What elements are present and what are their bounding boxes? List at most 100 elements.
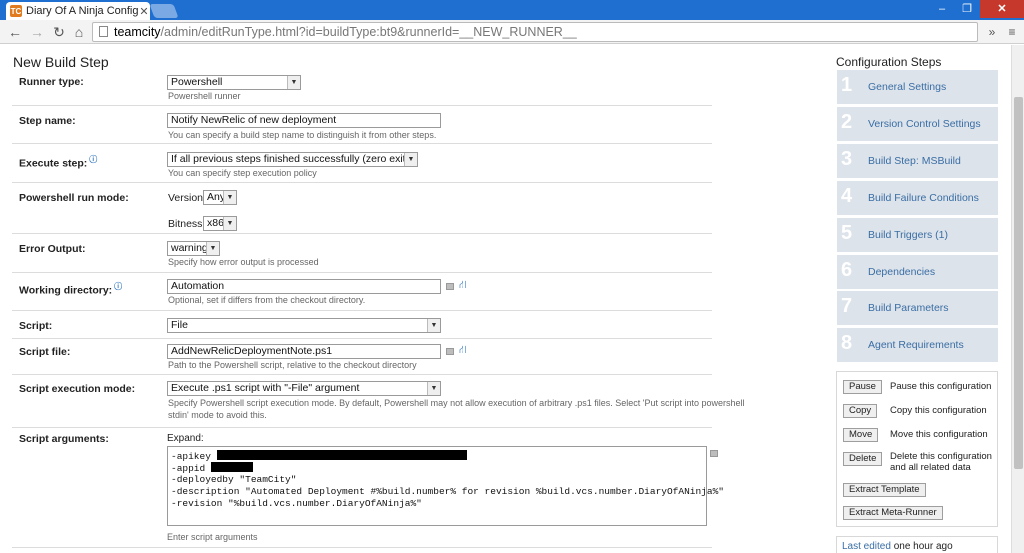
step-name-label: Step name: [19,115,76,127]
version-select[interactable]: Any ▼ [203,190,237,205]
minimize-icon[interactable]: – [930,0,954,18]
reload-icon[interactable]: ↻ [50,23,68,41]
step-number: 2 [841,111,853,133]
directory-tree-icon[interactable]: ⛙ [459,279,467,293]
error-output-value: warning [171,242,208,254]
teamcity-favicon-icon: TC [10,5,22,17]
runner-type-label: Runner type: [19,76,84,88]
extract-meta-runner-button[interactable]: Extract Meta-Runner [843,506,943,520]
arg-line: -apikey [171,450,706,462]
delete-button[interactable]: Delete [843,452,883,466]
divider [12,143,712,144]
step-label: Version Control Settings [868,118,981,130]
step-failure-conditions[interactable]: 4 Build Failure Conditions [837,181,998,215]
execute-step-value: If all previous steps finished successfu… [171,153,418,165]
close-window-icon[interactable]: ✕ [980,0,1024,18]
step-label: Dependencies [868,266,936,278]
script-file-input[interactable]: AddNewRelicDeploymentNote.ps1 [167,344,441,359]
exec-mode-value: Execute .ps1 script with "-File" argumen… [171,382,360,394]
last-edited-link[interactable]: Last edited [842,541,891,552]
expand-editor-icon[interactable] [446,348,454,355]
new-tab-button[interactable] [149,4,179,18]
page-scrollbar[interactable] [1011,45,1024,553]
actions-panel: Pause Pause this configuration Copy Copy… [836,371,998,527]
page-title: New Build Step [13,54,109,70]
step-name-hint: You can specify a build step name to dis… [168,130,437,140]
expand-editor-icon[interactable] [446,283,454,290]
divider [12,182,712,183]
scrollbar-thumb[interactable] [1014,97,1023,469]
working-dir-input[interactable]: Automation [167,279,441,294]
divider [12,427,712,428]
back-icon[interactable]: ← [6,23,24,41]
execute-step-select[interactable]: If all previous steps finished successfu… [167,152,418,167]
url-host: teamcity [114,25,161,39]
exec-mode-select[interactable]: Execute .ps1 script with "-File" argumen… [167,381,441,396]
arg-line: -revision "%build.vcs.number.DiaryOfANin… [171,498,422,509]
url-path: /admin/editRunType.html?id=buildType:bt9… [160,25,577,39]
divider [12,374,712,375]
move-button[interactable]: Move [843,428,879,442]
exec-mode-hint-2: stdin' mode to avoid this. [168,410,267,420]
step-name-input[interactable]: Notify NewRelic of new deployment [167,113,441,128]
script-file-label: Script file: [19,346,71,358]
bitness-select[interactable]: x86 ▼ [203,216,237,231]
help-icon[interactable]: ⓘ [114,282,122,291]
step-label: Agent Requirements [868,339,964,351]
error-output-select[interactable]: warning ▼ [167,241,220,256]
arg-appid: -appid [171,463,211,474]
forward-icon[interactable]: → [28,23,46,41]
step-build-step[interactable]: 3 Build Step: MSBuild [837,144,998,178]
step-dependencies[interactable]: 6 Dependencies [837,255,998,289]
extensions-icon[interactable]: » [984,23,1000,41]
redacted-block [216,450,467,460]
script-label: Script: [19,320,53,332]
script-args-textarea[interactable]: -apikey -appid -deployedby "TeamCity" -d… [167,446,724,526]
step-label: Build Parameters [868,302,949,314]
home-icon[interactable]: ⌂ [70,23,88,41]
script-args-hint: Enter script arguments [167,532,258,542]
extract-template-button[interactable]: Extract Template [843,483,926,497]
step-build-triggers[interactable]: 5 Build Triggers (1) [837,218,998,252]
tab-title: Diary Of A Ninja Configura [26,5,138,17]
script-value: File [171,319,188,331]
browser-tab[interactable]: TC Diary Of A Ninja Configura ✕ [6,2,150,20]
redacted-block [210,462,253,472]
step-label: Build Step: MSBuild [868,155,961,167]
step-agent-requirements[interactable]: 8 Agent Requirements [837,328,998,362]
step-label: Build Failure Conditions [868,192,979,204]
divider [12,272,712,273]
step-number: 1 [841,74,853,96]
divider [12,233,712,234]
step-number: 7 [841,295,853,317]
error-output-label: Error Output: [19,243,86,255]
last-edited-time: one hour ago [890,541,953,552]
directory-tree-icon[interactable]: ⛙ [459,344,467,358]
divider [12,338,712,339]
pause-desc: Pause this configuration [890,381,992,392]
close-tab-icon[interactable]: ✕ [138,5,150,18]
expand-label[interactable]: Expand: [167,433,204,444]
runner-type-hint: Powershell runner [168,91,241,101]
configuration-steps-title: Configuration Steps [836,55,942,69]
address-bar[interactable]: teamcity/admin/editRunType.html?id=build… [92,22,978,42]
step-version-control[interactable]: 2 Version Control Settings [837,107,998,141]
script-select[interactable]: File ▼ [167,318,441,333]
delete-desc-1: Delete this configuration [890,451,992,462]
maximize-icon[interactable]: ❐ [955,0,979,18]
working-dir-label: Working directory: ⓘ [19,281,122,297]
menu-icon[interactable]: ≡ [1004,23,1020,41]
arg-line: -appid [171,462,706,474]
execute-step-label-text: Execute step: [19,157,88,170]
browser-titlebar: TC Diary Of A Ninja Configura ✕ – ❐ ✕ [0,0,1024,20]
help-icon[interactable]: ⓘ [89,155,97,164]
step-general-settings[interactable]: 1 General Settings [837,70,998,104]
expand-editor-icon[interactable] [710,450,718,457]
divider [12,105,712,106]
execute-step-hint: You can specify step execution policy [168,168,317,178]
step-number: 8 [841,332,853,354]
pause-button[interactable]: Pause [843,380,882,394]
step-build-parameters[interactable]: 7 Build Parameters [837,291,998,325]
copy-button[interactable]: Copy [843,404,878,418]
runner-type-select[interactable]: Powershell ▼ [167,75,301,90]
